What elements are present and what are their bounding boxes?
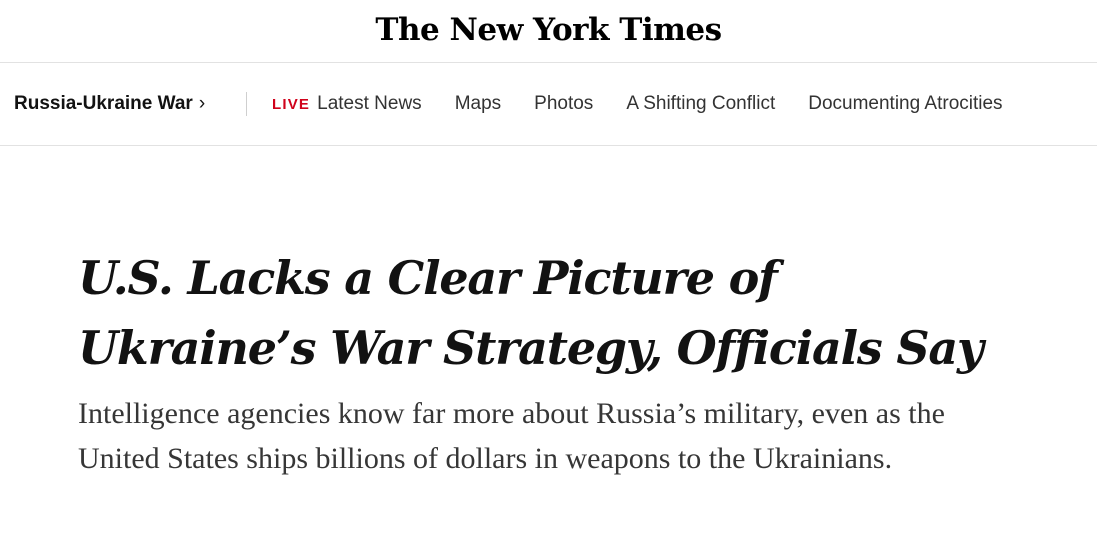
live-badge: LIVE	[272, 96, 311, 113]
chevron-right-icon: ›	[198, 93, 206, 114]
section-nav: Russia-Ukraine War › LIVE Latest News Maps…	[0, 63, 1097, 146]
masthead: The New York Times	[0, 0, 1097, 63]
nav-item-a-shifting-conflict[interactable]: A Shifting Conflict	[626, 91, 775, 117]
nyt-logo[interactable]: The New York Times	[0, 6, 1097, 54]
article-summary: Intelligence agencies know far more abou…	[78, 397, 945, 475]
article-headline: U.S. Lacks a Clear Picture of Ukraine’s …	[78, 251, 984, 375]
nav-item-label: Latest News	[317, 93, 422, 114]
nav-divider	[246, 92, 247, 116]
nav-item-documenting-atrocities[interactable]: Documenting Atrocities	[808, 91, 1002, 117]
section-link-russia-ukraine-war[interactable]: Russia-Ukraine War ›	[14, 91, 205, 117]
section-label: Russia-Ukraine War	[14, 93, 193, 114]
nav-item-maps[interactable]: Maps	[455, 91, 501, 117]
nav-items: LIVE Latest News Maps Photos A Shifting C…	[272, 91, 1003, 118]
nav-item-photos[interactable]: Photos	[534, 91, 593, 117]
nav-item-latest-news[interactable]: LIVE Latest News	[272, 91, 422, 118]
